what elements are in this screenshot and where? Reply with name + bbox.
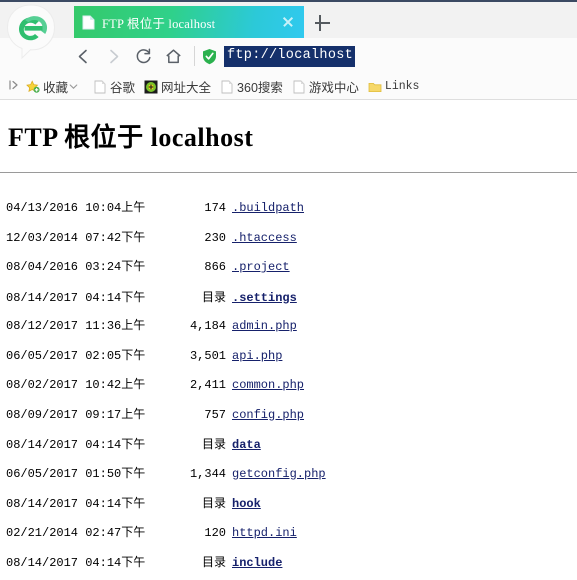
- file-timestamp: 08/04/2016 03:24下午: [6, 260, 146, 274]
- tab-strip: FTP 根位于 localhost: [0, 0, 577, 60]
- file-timestamp: 08/14/2017 04:14下午: [6, 290, 146, 305]
- page-icon: [292, 80, 306, 94]
- star-favorites-icon: [26, 79, 40, 94]
- bookmark-item-hao360[interactable]: 网址大全: [144, 77, 211, 96]
- file-timestamp: 08/14/2017 04:14下午: [6, 438, 146, 452]
- new-tab-button[interactable]: [312, 12, 334, 34]
- file-listing-row: 12/03/2014 07:42下午 230 .htaccess: [6, 231, 577, 246]
- file-timestamp: 08/12/2017 11:36上午: [6, 319, 146, 333]
- bookmark-item-google[interactable]: 谷歌: [93, 77, 135, 96]
- directory-tag: 目录: [201, 289, 226, 304]
- file-size: 3,501: [189, 348, 226, 363]
- tab-title: FTP 根位于 localhost: [102, 16, 216, 31]
- file-link[interactable]: httpd.ini: [232, 526, 297, 540]
- file-timestamp: 08/14/2017 04:14下午: [6, 497, 146, 511]
- forward-button[interactable]: [98, 41, 128, 71]
- file-timestamp: 06/05/2017 02:05下午: [6, 348, 146, 363]
- file-link[interactable]: api.php: [232, 349, 282, 363]
- directory-tag: 目录: [201, 496, 226, 510]
- file-listing-row: 08/02/2017 10:42上午 2,411 common.php: [6, 378, 577, 393]
- bookmark-item-gamecenter[interactable]: 游戏中心: [292, 77, 359, 96]
- file-timestamp: 08/14/2017 04:14下午: [6, 556, 146, 570]
- file-listing-row: 06/05/2017 02:05下午 3,501 api.php: [6, 349, 577, 364]
- file-link[interactable]: common.php: [232, 378, 304, 392]
- file-link[interactable]: .htaccess: [232, 231, 297, 245]
- file-link[interactable]: config.php: [232, 408, 304, 422]
- bookmarks-bar: 收藏 谷歌 网址大全 360搜索 游戏中心 Links: [0, 74, 577, 100]
- bookmark-item-favorites[interactable]: 收藏: [26, 77, 84, 96]
- ftp-file-listing: 04/13/2016 10:04上午 174 .buildpath 12/03/2…: [0, 201, 577, 580]
- bookmarks-expand-icon[interactable]: [8, 79, 20, 94]
- file-listing-row: 08/14/2017 04:14下午 目录 include: [6, 555, 577, 570]
- directory-link[interactable]: include: [232, 556, 282, 570]
- chevron-down-icon[interactable]: [69, 80, 78, 94]
- file-listing-row: 08/12/2017 11:36上午 4,184 admin.php: [6, 319, 577, 334]
- file-size: 120: [204, 525, 226, 540]
- home-button[interactable]: [158, 41, 188, 71]
- bookmark-label: 游戏中心: [308, 81, 359, 95]
- directory-link[interactable]: .settings: [232, 291, 297, 305]
- file-size: 1,344: [189, 466, 226, 481]
- file-timestamp: 06/05/2017 01:50下午: [6, 466, 146, 481]
- 360-browser-e-logo-icon[interactable]: [4, 2, 58, 64]
- file-listing-row: 08/14/2017 04:14下午 目录 .settings: [6, 290, 577, 305]
- folder-icon: [368, 80, 382, 94]
- toolbar-divider: [194, 46, 195, 66]
- hao360-green-icon: [144, 80, 158, 94]
- file-size: 757: [204, 407, 226, 422]
- bookmark-item-360search[interactable]: 360搜索: [220, 77, 283, 96]
- page-icon: [82, 15, 95, 30]
- file-timestamp: 08/09/2017 09:17上午: [6, 407, 146, 422]
- directory-link[interactable]: hook: [232, 497, 261, 511]
- file-listing-row: 06/05/2017 01:50下午 1,344 getconfig.php: [6, 467, 577, 482]
- file-timestamp: 04/13/2016 10:04上午: [6, 201, 146, 215]
- file-listing-row: 08/09/2017 09:17上午 757 config.php: [6, 408, 577, 423]
- file-size: 174: [204, 201, 226, 215]
- directory-tag: 目录: [201, 555, 226, 569]
- ftp-directory-page: FTP 根位于 localhost 04/13/2016 10:04上午 174 …: [0, 103, 577, 580]
- reload-button[interactable]: [128, 41, 158, 71]
- title-divider: [0, 172, 577, 173]
- address-bar-input[interactable]: [224, 45, 355, 67]
- file-size: 2,411: [189, 378, 226, 392]
- file-listing-row: 08/04/2016 03:24下午 866 .project: [6, 260, 577, 275]
- window-top-accent-bar: [0, 0, 577, 2]
- file-listing-row: 02/21/2014 02:47下午 120 httpd.ini: [6, 526, 577, 541]
- file-timestamp: 12/03/2014 07:42下午: [6, 230, 146, 245]
- back-button[interactable]: [68, 41, 98, 71]
- close-icon[interactable]: [276, 10, 300, 34]
- bookmark-label: Links: [384, 80, 420, 93]
- file-link[interactable]: .buildpath: [232, 201, 304, 215]
- directory-tag: 目录: [201, 437, 226, 451]
- file-link[interactable]: .project: [232, 260, 290, 274]
- file-listing-row: 04/13/2016 10:04上午 174 .buildpath: [6, 201, 577, 216]
- file-size: 230: [204, 230, 226, 245]
- page-icon: [93, 80, 107, 94]
- navigation-toolbar: [0, 38, 577, 74]
- file-timestamp: 08/02/2017 10:42上午: [6, 378, 146, 392]
- directory-link[interactable]: data: [232, 438, 261, 452]
- file-listing-row: 08/14/2017 04:14下午 目录 data: [6, 437, 577, 452]
- bookmark-label: 网址大全: [161, 81, 212, 95]
- page-title: FTP 根位于 localhost: [8, 123, 254, 152]
- file-size: 4,184: [189, 319, 226, 333]
- bookmark-label: 收藏: [43, 81, 69, 95]
- bookmark-label: 360搜索: [237, 81, 283, 95]
- file-listing-row: 08/14/2017 04:14下午 目录 hook: [6, 496, 577, 511]
- file-size: 866: [204, 260, 226, 274]
- browser-window: FTP 根位于 localhost ftp://localhost/ 收藏 谷歌…: [0, 0, 577, 580]
- file-timestamp: 02/21/2014 02:47下午: [6, 525, 146, 540]
- page-icon: [220, 80, 234, 94]
- file-link[interactable]: getconfig.php: [232, 467, 326, 481]
- file-link[interactable]: admin.php: [232, 319, 297, 333]
- shield-icon[interactable]: [201, 48, 218, 65]
- tab-ftp-localhost[interactable]: FTP 根位于 localhost: [74, 6, 304, 38]
- bookmark-label: 谷歌: [110, 81, 136, 95]
- bookmark-item-links[interactable]: Links: [368, 80, 420, 94]
